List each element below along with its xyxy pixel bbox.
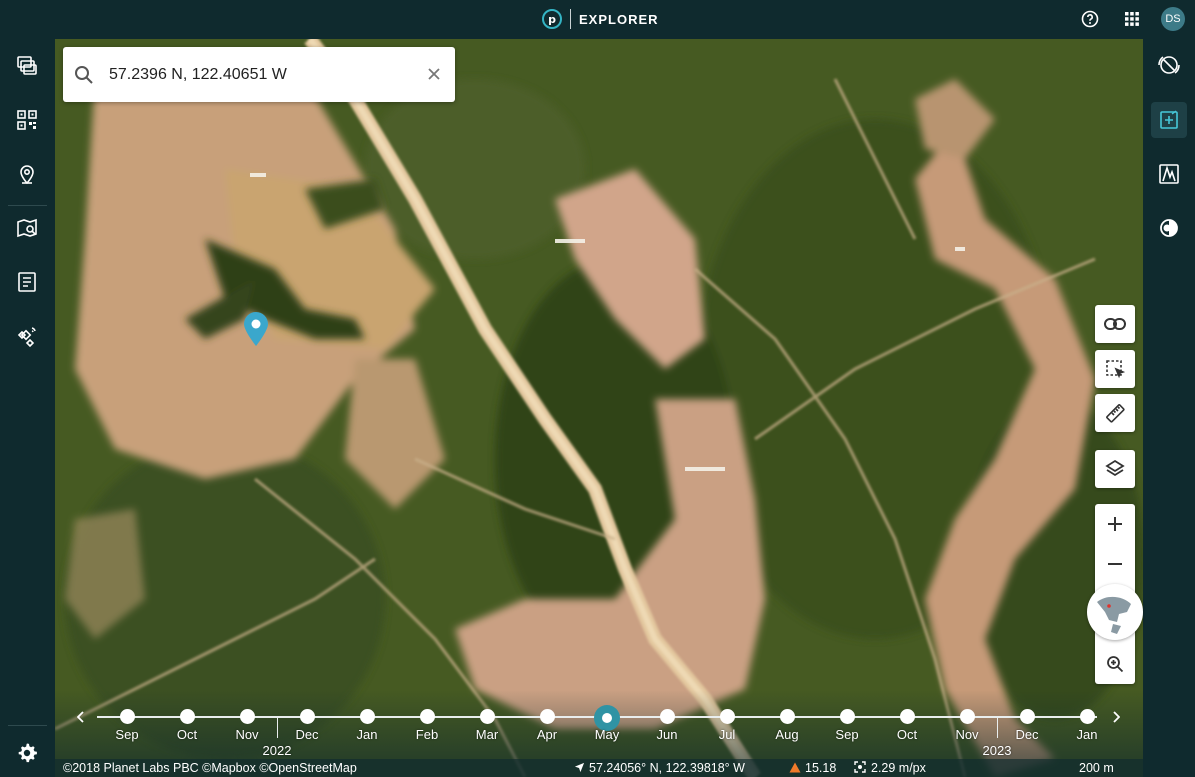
timeline-month-label[interactable]: Apr xyxy=(537,727,557,742)
map-tasks-icon[interactable] xyxy=(14,215,40,241)
search-icon[interactable] xyxy=(74,65,94,85)
timeline-month-label[interactable]: Aug xyxy=(775,727,798,742)
timeline-month-label[interactable]: Sep xyxy=(835,727,858,742)
timeline-month-label[interactable]: Sep xyxy=(115,727,138,742)
chevron-left-icon[interactable] xyxy=(74,709,88,725)
timeline-month-label[interactable]: May xyxy=(595,727,620,742)
timeline-dot[interactable] xyxy=(420,709,435,724)
brand-separator xyxy=(570,9,571,29)
timeline-dot[interactable] xyxy=(1020,709,1035,724)
timeline-month-label[interactable]: Feb xyxy=(416,727,438,742)
plus-icon[interactable] xyxy=(1095,504,1135,544)
timeline-month-label[interactable]: Dec xyxy=(1015,727,1038,742)
minus-icon[interactable] xyxy=(1095,544,1135,584)
timeline-year-divider xyxy=(997,716,998,738)
mosaic-grid-icon[interactable] xyxy=(14,107,40,133)
timeline-dot[interactable] xyxy=(240,709,255,724)
globe-icon[interactable] xyxy=(1087,584,1143,640)
orders-list-icon[interactable] xyxy=(14,269,40,295)
timeline-month-label[interactable]: Mar xyxy=(476,727,498,742)
timeline-dot[interactable] xyxy=(300,709,315,724)
timeline-dot[interactable] xyxy=(900,709,915,724)
ruler-icon[interactable] xyxy=(1095,394,1135,432)
chevron-right-icon[interactable] xyxy=(1109,709,1123,725)
map-scale: 200 m xyxy=(1079,761,1114,775)
timeline-dot[interactable] xyxy=(780,709,795,724)
timeline-month-label[interactable]: Oct xyxy=(177,727,197,742)
satellite-imagery xyxy=(55,39,1143,777)
brand[interactable]: p EXPLORER xyxy=(542,8,659,30)
timeline-year-label: 2023 xyxy=(982,743,1012,758)
satellite-map[interactable] xyxy=(55,39,1143,777)
search-input[interactable] xyxy=(109,61,409,89)
no-data-scan-icon[interactable] xyxy=(1151,47,1187,83)
zoom-search-icon[interactable] xyxy=(1095,644,1135,684)
cursor-coordinates: 57.24056° N, 122.39818° W xyxy=(574,761,745,775)
location-marker-icon[interactable] xyxy=(242,311,270,347)
resolution-icon xyxy=(854,761,866,773)
sun-elevation: 15.18 xyxy=(789,761,836,775)
timeline-month-label[interactable]: Oct xyxy=(897,727,917,742)
timeline-dot[interactable] xyxy=(540,709,555,724)
timeline-dot[interactable] xyxy=(720,709,735,724)
timeline-dot[interactable] xyxy=(180,709,195,724)
timeline-month-label[interactable]: Dec xyxy=(295,727,318,742)
timeline-dot[interactable] xyxy=(480,709,495,724)
timeline-dot[interactable] xyxy=(660,709,675,724)
timeline-month-label[interactable]: Jan xyxy=(1077,727,1098,742)
terrain-3d-icon[interactable] xyxy=(1151,156,1187,192)
cursor-coordinates-value: 57.24056° N, 122.39818° W xyxy=(589,761,745,775)
timeline-dot[interactable] xyxy=(1080,709,1095,724)
close-icon[interactable] xyxy=(425,65,443,83)
timeline-dot[interactable] xyxy=(960,709,975,724)
timeline-dot[interactable] xyxy=(120,709,135,724)
timeline-year-label: 2022 xyxy=(262,743,292,758)
select-area-icon[interactable] xyxy=(1095,350,1135,388)
planet-logo-icon: p xyxy=(542,9,562,29)
gear-icon[interactable] xyxy=(14,740,40,766)
timeline-month-label[interactable]: Jul xyxy=(719,727,736,742)
timeline-month-label[interactable]: Jan xyxy=(357,727,378,742)
sidebar-divider xyxy=(8,725,47,726)
left-sidebar xyxy=(0,39,55,777)
timeline-month-label[interactable]: Jun xyxy=(657,727,678,742)
help-icon[interactable] xyxy=(1080,9,1100,29)
timeline-dot[interactable] xyxy=(840,709,855,724)
timeline-dot[interactable] xyxy=(360,709,375,724)
timeline-month-label[interactable]: Nov xyxy=(235,727,258,742)
contrast-icon[interactable] xyxy=(1151,210,1187,246)
resolution-value: 2.29 m/px xyxy=(871,761,926,775)
tasking-satellite-icon[interactable] xyxy=(14,323,40,349)
link-icon[interactable] xyxy=(1095,305,1135,343)
places-pin-icon[interactable] xyxy=(14,161,40,187)
timeline-month-label[interactable]: Nov xyxy=(955,727,978,742)
layers-icon[interactable] xyxy=(1095,450,1135,488)
sun-elevation-value: 15.18 xyxy=(805,761,837,775)
location-search xyxy=(63,47,455,102)
app-title: EXPLORER xyxy=(579,11,659,27)
resolution: 2.29 m/px xyxy=(854,761,926,775)
top-bar: p EXPLORER DS xyxy=(0,0,1195,39)
timeline-year-divider xyxy=(277,716,278,738)
sidebar-divider xyxy=(8,205,47,206)
location-arrow-icon xyxy=(574,762,585,773)
right-sidebar xyxy=(1143,39,1195,777)
apps-grid-icon[interactable] xyxy=(1122,9,1142,29)
imagery-stack-icon[interactable] xyxy=(14,53,40,79)
analysis-add-icon[interactable] xyxy=(1151,102,1187,138)
warning-triangle-icon xyxy=(789,762,801,773)
attribution-text: ©2018 Planet Labs PBC ©Mapbox ©OpenStree… xyxy=(63,761,357,775)
user-avatar[interactable]: DS xyxy=(1161,7,1185,31)
